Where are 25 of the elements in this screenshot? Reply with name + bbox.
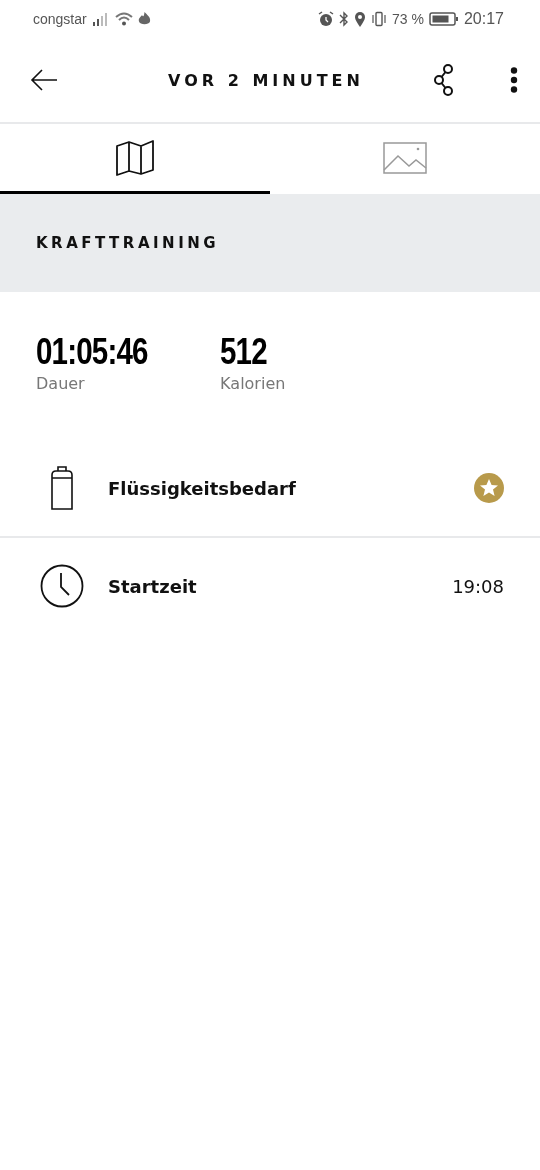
bluetooth-icon <box>339 11 350 27</box>
page-title: VOR 2 MINUTEN <box>167 70 365 90</box>
map-icon <box>116 139 154 176</box>
row-label: Flüssigkeitsbedarf <box>107 477 297 499</box>
clock-icon <box>40 564 84 608</box>
stat-label: Dauer <box>36 373 86 393</box>
flame-icon <box>137 12 151 26</box>
stat-value: 512 <box>220 332 268 372</box>
stat-label: Kalorien <box>220 373 286 393</box>
stat-value: 01:05:46 <box>36 332 148 372</box>
vibrate-icon <box>371 11 388 27</box>
image-icon <box>383 141 427 174</box>
battery-icon <box>428 11 459 27</box>
row-label: Startzeit <box>107 575 198 597</box>
row-value: 19:08 <box>452 575 504 597</box>
signal-icon <box>91 12 110 26</box>
carrier-name: congstar <box>33 11 87 27</box>
section-title: KRAFTTRAINING <box>36 234 220 252</box>
wifi-icon <box>114 12 133 26</box>
location-icon <box>354 11 367 27</box>
star-badge-icon <box>474 473 504 503</box>
bottle-icon <box>49 466 75 510</box>
alarm-icon <box>318 11 335 27</box>
battery-percent: 73 % <box>392 11 424 27</box>
status-time: 20:17 <box>463 10 504 28</box>
